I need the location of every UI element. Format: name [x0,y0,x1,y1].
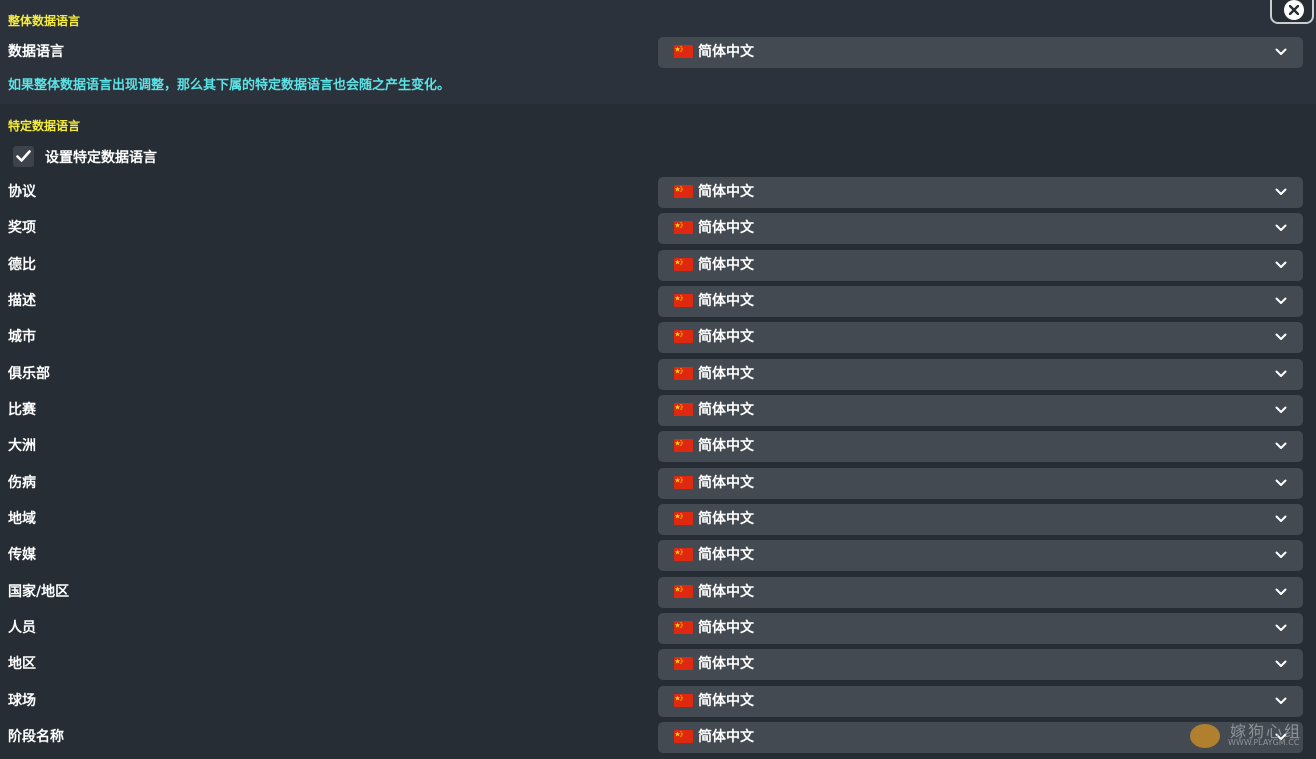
row-language-dropdown[interactable]: 简体中文 [658,359,1303,390]
china-flag-icon [674,476,693,489]
chevron-down-icon [1275,370,1287,377]
row-label: 人员 [8,620,36,636]
china-flag-icon [674,45,693,58]
china-flag-icon [674,330,693,343]
chevron-down-icon [1275,406,1287,413]
row-language-dropdown[interactable]: 简体中文 [658,322,1303,353]
overall-language-label: 数据语言 [8,44,64,60]
row-label: 俱乐部 [8,366,50,382]
row-language-dropdown[interactable]: 简体中文 [658,250,1303,281]
row-language-value: 简体中文 [698,184,754,200]
row-language-dropdown[interactable]: 简体中文 [658,213,1303,244]
row-language-dropdown[interactable]: 简体中文 [658,177,1303,208]
row-language-value: 简体中文 [698,402,754,418]
overall-section-title: 整体数据语言 [8,14,81,28]
row-language-value: 简体中文 [698,511,754,527]
row-language-value: 简体中文 [698,366,754,382]
specific-language-checkbox-label: 设置特定数据语言 [45,150,157,166]
china-flag-icon [674,730,693,743]
close-icon [1284,0,1304,20]
row-label: 德比 [8,257,36,273]
row-label: 阶段名称 [8,729,64,745]
row-label: 描述 [8,293,36,309]
chevron-down-icon [1275,48,1287,55]
chevron-down-icon [1275,297,1287,304]
row-label: 比赛 [8,402,36,418]
specific-section-title: 特定数据语言 [8,119,81,133]
row-language-dropdown[interactable]: 简体中文 [658,540,1303,571]
row-label: 大洲 [8,438,36,454]
row-language-value: 简体中文 [698,656,754,672]
row-language-dropdown[interactable]: 简体中文 [658,649,1303,680]
row-language-value: 简体中文 [698,584,754,600]
china-flag-icon [674,403,693,416]
row-language-value: 简体中文 [698,438,754,454]
row-language-value: 简体中文 [698,220,754,236]
specific-language-checkbox[interactable] [13,146,34,167]
chevron-down-icon [1275,660,1287,667]
watermark-logo-icon [1190,724,1220,748]
chevron-down-icon [1275,588,1287,595]
chevron-down-icon [1275,551,1287,558]
china-flag-icon [674,185,693,198]
china-flag-icon [674,585,693,598]
row-language-value: 简体中文 [698,729,754,745]
chevron-down-icon [1275,515,1287,522]
chevron-down-icon [1275,624,1287,631]
row-language-value: 简体中文 [698,329,754,345]
row-language-value: 简体中文 [698,293,754,309]
overall-language-dropdown[interactable]: 简体中文 [658,37,1303,68]
china-flag-icon [674,439,693,452]
row-language-dropdown[interactable]: 简体中文 [658,286,1303,317]
row-label: 传媒 [8,547,36,563]
row-language-dropdown[interactable]: 简体中文 [658,686,1303,717]
row-language-dropdown[interactable]: 简体中文 [658,468,1303,499]
watermark: 嫁狗心组 WWW.PLAYGM.CC [1186,716,1312,752]
row-language-dropdown[interactable]: 简体中文 [658,504,1303,535]
chevron-down-icon [1275,224,1287,231]
chevron-down-icon [1275,479,1287,486]
row-language-value: 简体中文 [698,693,754,709]
row-label: 地区 [8,656,36,672]
data-language-settings-page: 整体数据语言 数据语言 简体中文 如果整体数据语言出现调整，那么其下属的特定数据… [0,0,1316,759]
row-language-value: 简体中文 [698,475,754,491]
chevron-down-icon [1275,261,1287,268]
row-label: 奖项 [8,220,36,236]
row-language-value: 简体中文 [698,620,754,636]
china-flag-icon [674,221,693,234]
china-flag-icon [674,621,693,634]
row-label: 城市 [8,329,36,345]
close-button[interactable] [1270,0,1314,24]
row-label: 国家/地区 [8,584,70,600]
row-language-dropdown[interactable]: 简体中文 [658,431,1303,462]
chevron-down-icon [1275,442,1287,449]
row-label: 伤病 [8,475,36,491]
row-language-dropdown[interactable]: 简体中文 [658,613,1303,644]
row-language-dropdown[interactable]: 简体中文 [658,577,1303,608]
china-flag-icon [674,258,693,271]
row-language-value: 简体中文 [698,547,754,563]
row-label: 地域 [8,511,36,527]
watermark-url: WWW.PLAYGM.CC [1228,738,1300,747]
china-flag-icon [674,657,693,670]
chevron-down-icon [1275,333,1287,340]
row-language-dropdown[interactable]: 简体中文 [658,395,1303,426]
china-flag-icon [674,294,693,307]
row-label: 球场 [8,693,36,709]
china-flag-icon [674,694,693,707]
overall-language-note: 如果整体数据语言出现调整，那么其下属的特定数据语言也会随之产生变化。 [8,78,451,93]
china-flag-icon [674,367,693,380]
chevron-down-icon [1275,188,1287,195]
chevron-down-icon [1275,697,1287,704]
checkmark-icon [16,150,31,162]
china-flag-icon [674,512,693,525]
row-language-value: 简体中文 [698,257,754,273]
overall-language-value: 简体中文 [698,44,754,60]
row-label: 协议 [8,184,36,200]
china-flag-icon [674,548,693,561]
